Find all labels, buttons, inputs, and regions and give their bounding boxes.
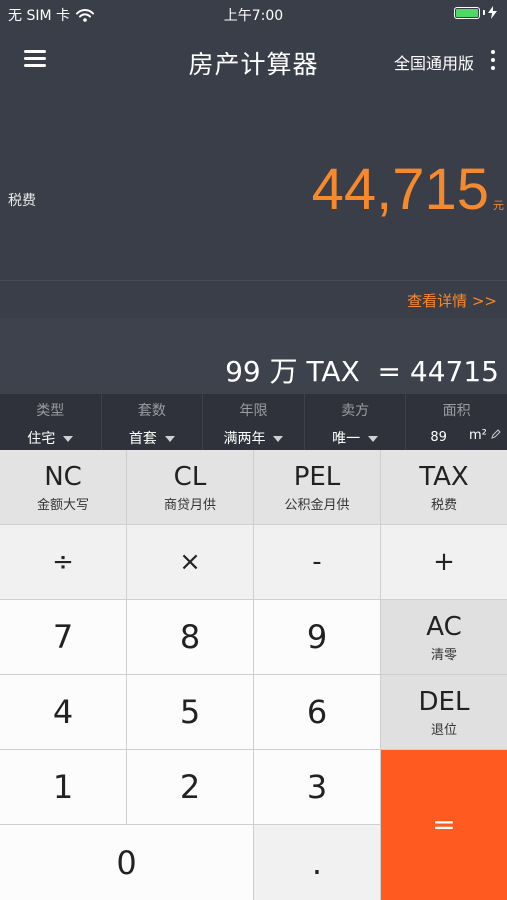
nc-button[interactable]: NC 金额大写: [0, 450, 126, 524]
caret-down-icon: [368, 436, 379, 442]
digit-9-button[interactable]: 9: [254, 600, 380, 674]
digit-2-button[interactable]: 2: [127, 750, 253, 824]
digit-8-button[interactable]: 8: [127, 600, 253, 674]
divide-button[interactable]: ÷: [0, 525, 126, 599]
equals-button[interactable]: =: [381, 750, 507, 900]
digit-0-button[interactable]: 0: [0, 825, 253, 900]
keypad: NC 金额大写 CL 商贷月供 PEL 公积金月供 TAX 税费 ÷ × - + 7 8…: [0, 450, 507, 900]
caret-down-icon: [63, 436, 74, 442]
param-value: 满两年: [203, 428, 304, 448]
param-count[interactable]: 套数 首套: [102, 394, 204, 450]
plus-button[interactable]: +: [381, 525, 507, 599]
minus-button[interactable]: -: [254, 525, 380, 599]
result-label: 税费: [8, 193, 36, 209]
delete-button[interactable]: DEL 退位: [381, 675, 507, 749]
nav-bar: 房产计算器 全国通用版: [0, 28, 507, 92]
digit-1-button[interactable]: 1: [0, 750, 126, 824]
param-label: 类型: [36, 403, 65, 419]
divider: [0, 280, 507, 281]
digit-5-button[interactable]: 5: [127, 675, 253, 749]
charging-bolt-icon: [488, 6, 497, 19]
digit-4-button[interactable]: 4: [0, 675, 126, 749]
battery-icon: [454, 6, 497, 19]
result-value: 44,715: [311, 157, 489, 222]
app-root: 无 SIM 卡 上午7:00 房产计算器 全国通用版 税费 44,715 元 查…: [0, 0, 507, 900]
clear-button[interactable]: AC 清零: [381, 600, 507, 674]
param-years[interactable]: 年限 满两年: [203, 394, 305, 450]
status-time: 上午7:00: [223, 8, 284, 24]
caret-down-icon: [273, 436, 284, 442]
expression-text: 99 万 TAX = 44715: [225, 355, 499, 388]
status-bar: 无 SIM 卡 上午7:00: [0, 0, 507, 28]
param-value: 住宅: [0, 428, 101, 448]
area-input[interactable]: 89: [430, 430, 447, 445]
param-label: 年限: [239, 403, 268, 419]
result-unit: 元: [493, 199, 504, 212]
param-value: 唯一: [305, 428, 406, 448]
caret-down-icon: [164, 436, 175, 442]
cl-button[interactable]: CL 商贷月供: [127, 450, 253, 524]
result-panel: 税费 44,715 元 查看详情 >>: [0, 92, 507, 318]
edition-selector[interactable]: 全国通用版: [394, 50, 474, 74]
area-unit: m²: [469, 428, 501, 443]
parameter-bar: 类型 住宅 套数 首套 年限 满两年 卖方 唯一 面积 89 m²: [0, 394, 507, 450]
digit-7-button[interactable]: 7: [0, 600, 126, 674]
expression-display: 99 万 TAX = 44715: [0, 318, 507, 394]
tax-button[interactable]: TAX 税费: [381, 450, 507, 524]
multiply-button[interactable]: ×: [127, 525, 253, 599]
param-seller[interactable]: 卖方 唯一: [305, 394, 407, 450]
digit-6-button[interactable]: 6: [254, 675, 380, 749]
param-type[interactable]: 类型 住宅: [0, 394, 102, 450]
param-label: 面积: [442, 403, 471, 419]
param-label: 套数: [137, 403, 166, 419]
param-value: 首套: [102, 428, 203, 448]
param-area[interactable]: 面积 89 m²: [406, 394, 507, 450]
pencil-icon: [491, 429, 501, 439]
digit-3-button[interactable]: 3: [254, 750, 380, 824]
more-vertical-icon[interactable]: [489, 50, 497, 70]
pel-button[interactable]: PEL 公积金月供: [254, 450, 380, 524]
param-label: 卖方: [341, 403, 370, 419]
decimal-point-button[interactable]: .: [254, 825, 380, 900]
view-details-link[interactable]: 查看详情 >>: [407, 290, 497, 311]
